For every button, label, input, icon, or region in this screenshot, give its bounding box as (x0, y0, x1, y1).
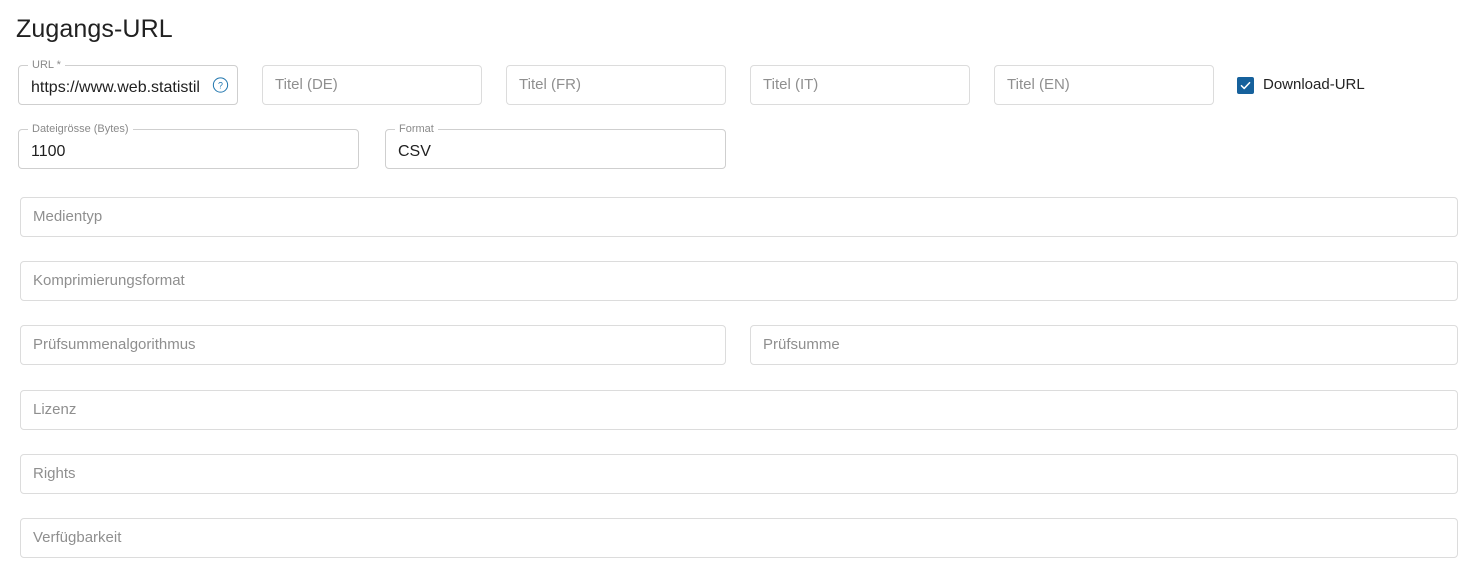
url-field-value: https://www.web.statistil (31, 79, 200, 97)
title-it-field[interactable]: Titel (IT) (750, 65, 970, 105)
title-en-placeholder: Titel (EN) (1007, 76, 1070, 93)
komprimierungsformat-placeholder: Komprimierungsformat (33, 272, 185, 289)
title-de-placeholder: Titel (DE) (275, 76, 338, 93)
rights-field[interactable]: Rights (20, 454, 1458, 494)
verfuegbarkeit-field[interactable]: Verfügbarkeit (20, 518, 1458, 558)
format-field-value: CSV (398, 143, 431, 161)
medientyp-field[interactable]: Medientyp (20, 197, 1458, 237)
pruefsumme-placeholder: Prüfsumme (763, 336, 840, 353)
lizenz-placeholder: Lizenz (33, 401, 77, 418)
filesize-field-label: Dateigrösse (Bytes) (28, 123, 133, 135)
pruefsummenalgorithmus-field[interactable]: Prüfsummenalgorithmus (20, 325, 726, 365)
download-url-label: Download-URL (1263, 76, 1365, 93)
svg-text:?: ? (218, 81, 223, 91)
title-fr-field[interactable]: Titel (FR) (506, 65, 726, 105)
medientyp-placeholder: Medientyp (33, 208, 103, 225)
lizenz-field[interactable]: Lizenz (20, 390, 1458, 430)
pruefsummenalgorithmus-placeholder: Prüfsummenalgorithmus (33, 336, 196, 353)
verfuegbarkeit-placeholder: Verfügbarkeit (33, 529, 122, 546)
pruefsumme-field[interactable]: Prüfsumme (750, 325, 1458, 365)
zugangs-url-form: Zugangs-URL URL * https://www.web.statis… (0, 0, 1479, 581)
filesize-field-value: 1100 (31, 143, 66, 161)
title-de-field[interactable]: Titel (DE) (262, 65, 482, 105)
title-fr-placeholder: Titel (FR) (519, 76, 581, 93)
rights-placeholder: Rights (33, 465, 76, 482)
page-title: Zugangs-URL (16, 15, 173, 43)
help-circle-icon[interactable]: ? (212, 77, 229, 94)
url-field-label: URL * (28, 59, 65, 71)
url-field[interactable]: URL * https://www.web.statistil ? (18, 59, 238, 105)
komprimierungsformat-field[interactable]: Komprimierungsformat (20, 261, 1458, 301)
format-field[interactable]: Format CSV (385, 123, 726, 169)
checkmark-icon (1240, 81, 1251, 89)
title-it-placeholder: Titel (IT) (763, 76, 819, 93)
filesize-field[interactable]: Dateigrösse (Bytes) 1100 (18, 123, 359, 169)
download-url-checkbox-row[interactable]: Download-URL (1237, 75, 1365, 95)
title-en-field[interactable]: Titel (EN) (994, 65, 1214, 105)
download-url-checkbox[interactable] (1237, 76, 1254, 94)
format-field-label: Format (395, 123, 438, 135)
